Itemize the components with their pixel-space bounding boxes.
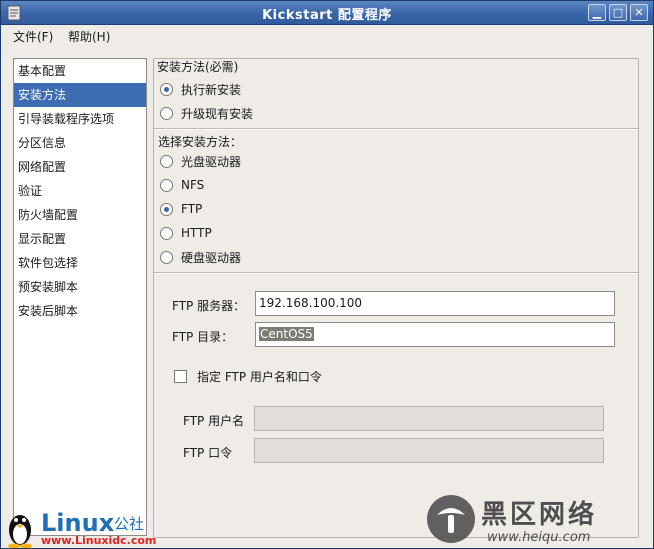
watermark-suffix: 公社 [114, 515, 144, 533]
sidebar-item[interactable]: 显示配置 [14, 227, 146, 251]
watermark-url-right: www.heiqu.com [487, 530, 590, 545]
ftp-server-label: FTP 服务器： [172, 299, 246, 313]
radio-label: 硬盘驱动器 [181, 250, 242, 265]
title-bar[interactable]: Kickstart 配置程序 ▁ □ ✕ [1, 1, 653, 25]
ftp-password-label: FTP 口令 [183, 446, 233, 460]
radio-button[interactable] [160, 250, 173, 264]
radio-nfs[interactable]: NFS [160, 175, 204, 195]
minimize-icon: ▁ [592, 6, 602, 19]
radio-http[interactable]: HTTP [160, 223, 212, 243]
radio-harddrive[interactable]: 硬盘驱动器 [160, 247, 241, 267]
ftp-server-input[interactable]: 192.168.100.100 [255, 291, 615, 316]
maximize-icon: □ [612, 6, 624, 19]
menu-help[interactable]: 帮助(H) [68, 28, 110, 45]
ftp-auth-label: 指定 FTP 用户名和口令 [197, 370, 322, 384]
radio-ftp[interactable]: FTP [160, 199, 202, 219]
radio-button[interactable] [160, 226, 173, 240]
close-icon: ✕ [634, 6, 644, 19]
radio-label: 升级现有安装 [181, 106, 254, 121]
method-label: 选择安装方法： [158, 135, 243, 149]
maximize-button[interactable]: □ [609, 4, 627, 21]
radio-button[interactable] [160, 154, 173, 168]
radio-cdrom[interactable]: 光盘驱动器 [160, 151, 241, 171]
sidebar-item[interactable]: 安装方法 [14, 83, 146, 107]
sidebar-item[interactable]: 引导装载程序选项 [14, 107, 146, 131]
kickstart-window: Kickstart 配置程序 ▁ □ ✕ 文件(F) 帮助(H) 基本配置 安装方… [0, 0, 654, 549]
radio-new-install[interactable]: 执行新安装 [160, 79, 241, 99]
radio-button[interactable] [160, 178, 173, 192]
sidebar-item[interactable]: 安装后脚本 [14, 299, 146, 323]
selected-text: CentOS5 [259, 327, 314, 341]
close-button[interactable]: ✕ [630, 4, 648, 21]
sidebar-item[interactable]: 基本配置 [14, 59, 146, 83]
sidebar-item[interactable]: 预安装脚本 [14, 275, 146, 299]
radio-label: 执行新安装 [181, 82, 242, 97]
sidebar-item[interactable]: 网络配置 [14, 155, 146, 179]
heiqu-watermark: 黑区网络 www.heiqu.com [427, 495, 597, 545]
separator [154, 272, 638, 274]
ftp-username-label: FTP 用户名 [183, 414, 245, 428]
sidebar-item[interactable]: 验证 [14, 179, 146, 203]
radio-label: FTP [181, 202, 203, 216]
menu-file[interactable]: 文件(F) [13, 28, 53, 45]
radio-upgrade[interactable]: 升级现有安装 [160, 103, 253, 123]
radio-button[interactable] [160, 106, 173, 120]
section-list: 基本配置 安装方法 引导装载程序选项 分区信息 网络配置 验证 防火墙配置 显示配置 软件包选择… [13, 58, 147, 536]
window-title: Kickstart 配置程序 [262, 8, 392, 23]
watermark-brand-right: 黑区网络 [481, 499, 597, 530]
linux-watermark: Linux 公社 www.Linuxidc.com [8, 509, 156, 548]
radio-label: NFS [181, 178, 205, 192]
ftp-password-input[interactable] [254, 438, 604, 463]
sidebar-item[interactable]: 分区信息 [14, 131, 146, 155]
menu-bar: 文件(F) 帮助(H) [1, 25, 653, 47]
watermark-url: www.Linuxidc.com [41, 534, 156, 547]
ftp-dir-label: FTP 目录： [172, 330, 234, 344]
watermark-brand: Linux [41, 509, 115, 537]
ftp-dir-input[interactable]: CentOS5 [255, 322, 615, 347]
sidebar-item[interactable]: 防火墙配置 [14, 203, 146, 227]
minimize-button[interactable]: ▁ [588, 4, 606, 21]
install-method-panel: 安装方法(必需) 执行新安装 升级现有安装 选择安装方法： 光盘驱动器 NFS … [153, 58, 639, 538]
radio-label: 光盘驱动器 [181, 154, 242, 169]
radio-label: HTTP [181, 226, 212, 240]
radio-button[interactable] [160, 82, 173, 96]
separator [154, 128, 638, 130]
radio-button[interactable] [160, 202, 173, 216]
install-group-title: 安装方法(必需) [157, 60, 239, 74]
ftp-auth-checkbox-row[interactable]: 指定 FTP 用户名和口令 [174, 368, 322, 385]
sidebar-item[interactable]: 软件包选择 [14, 251, 146, 275]
ftp-auth-checkbox[interactable] [174, 370, 187, 383]
ftp-username-input[interactable] [254, 406, 604, 431]
